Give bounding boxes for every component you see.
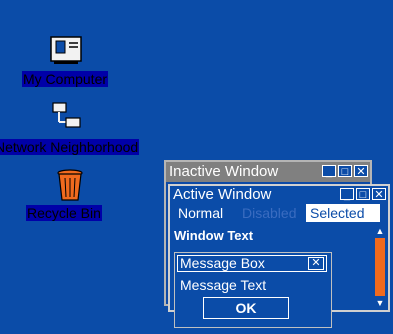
icon-label-my-computer: My Computer — [22, 71, 109, 87]
computer-icon — [50, 35, 84, 70]
recycle-bin-icon — [56, 168, 84, 207]
message-box-title: Message Box — [180, 255, 265, 271]
icon-label-recycle-bin: Recycle Bin — [26, 205, 102, 221]
desktop-icon-my-computer[interactable]: My Computer — [0, 30, 140, 90]
maximize-icon: □ — [341, 166, 349, 178]
icon-label-network-neighborhood: Network Neighborhood — [0, 139, 140, 155]
active-window-titlebar[interactable]: Active Window _ □ ✕ — [170, 186, 388, 204]
network-icon — [52, 102, 82, 137]
minimize-button[interactable]: _ — [340, 188, 354, 201]
minimize-button[interactable]: _ — [322, 165, 336, 178]
message-box-close-button[interactable]: ✕ — [308, 257, 324, 270]
menu-item-normal[interactable]: Normal — [174, 204, 227, 222]
close-icon: ✕ — [356, 166, 366, 178]
maximize-button[interactable]: □ — [356, 188, 370, 201]
maximize-icon: □ — [359, 189, 367, 201]
scroll-up-icon[interactable]: ▲ — [374, 226, 386, 236]
desktop-icon-recycle-bin[interactable]: Recycle Bin — [0, 166, 140, 226]
minimize-icon: _ — [343, 189, 351, 201]
message-box[interactable]: Message Box ✕ Message Text OK — [174, 252, 332, 328]
desktop-icon-network-neighborhood[interactable]: Network Neighborhood — [0, 98, 150, 158]
close-button[interactable]: ✕ — [372, 188, 386, 201]
message-box-titlebar[interactable]: Message Box ✕ — [177, 255, 327, 272]
maximize-button[interactable]: □ — [338, 165, 352, 178]
inactive-window-title: Inactive Window — [169, 163, 279, 180]
scroll-thumb[interactable] — [375, 238, 385, 296]
close-icon: ✕ — [311, 257, 321, 269]
menu-item-selected[interactable]: Selected — [306, 204, 380, 222]
close-button[interactable]: ✕ — [354, 165, 368, 178]
message-text: Message Text — [180, 277, 267, 293]
minimize-icon: _ — [325, 166, 333, 178]
scroll-down-icon[interactable]: ▼ — [374, 298, 386, 308]
vertical-scrollbar[interactable]: ▲ ▼ — [374, 226, 386, 308]
ok-button[interactable]: OK — [203, 297, 289, 319]
window-text: Window Text — [174, 228, 254, 243]
desktop-top-edge — [0, 0, 393, 3]
inactive-window-titlebar[interactable]: Inactive Window _ □ ✕ — [166, 162, 370, 182]
close-icon: ✕ — [374, 189, 384, 201]
active-window-title: Active Window — [173, 186, 272, 203]
menu-item-disabled: Disabled — [242, 205, 297, 221]
menu-bar: Normal Disabled Selected — [170, 204, 388, 222]
